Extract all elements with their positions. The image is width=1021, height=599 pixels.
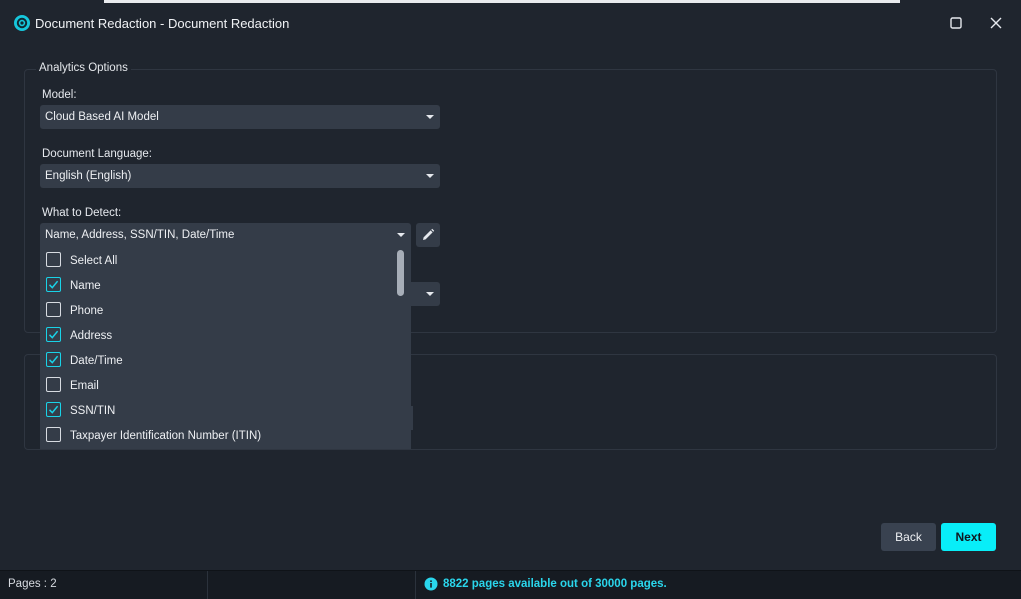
checkmark-icon xyxy=(48,330,59,339)
chevron-down-icon xyxy=(426,292,434,296)
detect-option-itin[interactable]: Taxpayer Identification Number (ITIN) xyxy=(40,423,396,448)
what-to-detect-label: What to Detect: xyxy=(42,207,122,219)
app-logo-icon xyxy=(14,15,30,31)
checkbox-checked[interactable] xyxy=(46,352,61,367)
back-button[interactable]: Back xyxy=(881,523,936,551)
info-icon xyxy=(424,577,438,591)
pencil-icon xyxy=(423,228,435,240)
status-bar: Pages : 2 8822 pages available out of 30… xyxy=(0,570,1021,599)
detect-option-email[interactable]: Email xyxy=(40,373,396,398)
what-to-detect-dropdown: Select All Name Phone Address Date/Time … xyxy=(40,247,411,449)
maximize-icon[interactable] xyxy=(947,14,965,32)
detect-option-label: Select All xyxy=(70,255,118,267)
close-icon[interactable] xyxy=(987,14,1005,32)
checkbox-checked[interactable] xyxy=(46,402,61,417)
window-title: Document Redaction - Document Redaction xyxy=(35,16,290,31)
detect-option-label: SSN/TIN xyxy=(70,405,116,417)
detect-option-label: Date/Time xyxy=(70,355,123,367)
checkmark-icon xyxy=(48,280,59,289)
model-select-value: Cloud Based AI Model xyxy=(45,111,159,123)
next-button[interactable]: Next xyxy=(941,523,996,551)
detect-option-label: Name xyxy=(70,280,101,292)
page-count: Pages : 2 xyxy=(8,578,57,590)
detect-option-phone[interactable]: Phone xyxy=(40,298,396,323)
checkbox[interactable] xyxy=(46,427,61,442)
detect-option-name[interactable]: Name xyxy=(40,273,396,298)
detect-option-label: Email xyxy=(70,380,99,392)
checkmark-icon xyxy=(48,405,59,414)
detect-option-label: Address xyxy=(70,330,113,342)
detect-option-date-time[interactable]: Date/Time xyxy=(40,348,396,373)
detect-option-select-all[interactable]: Select All xyxy=(40,248,396,273)
document-language-select[interactable]: English (English) xyxy=(40,164,440,188)
checkmark-icon xyxy=(48,355,59,364)
what-to-detect-select[interactable]: Name, Address, SSN/TIN, Date/Time xyxy=(40,223,411,247)
detect-option-label: Phone xyxy=(70,305,104,317)
document-language-label: Document Language: xyxy=(42,148,152,160)
checkbox[interactable] xyxy=(46,377,61,392)
model-label: Model: xyxy=(42,89,77,101)
status-divider xyxy=(207,571,208,599)
document-language-value: English (English) xyxy=(45,170,132,182)
detect-option-address[interactable]: Address xyxy=(40,323,396,348)
what-to-detect-value: Name, Address, SSN/TIN, Date/Time xyxy=(45,229,235,241)
checkbox[interactable] xyxy=(46,252,61,267)
title-bar: Document Redaction - Document Redaction xyxy=(0,3,1021,43)
checkbox[interactable] xyxy=(46,302,61,317)
model-select[interactable]: Cloud Based AI Model xyxy=(40,105,440,129)
checkbox-checked[interactable] xyxy=(46,327,61,342)
edit-detection-button[interactable] xyxy=(416,223,440,247)
obscured-select-caret[interactable] xyxy=(411,282,440,306)
chevron-down-icon xyxy=(426,115,434,119)
analytics-options-legend: Analytics Options xyxy=(36,62,131,74)
chevron-down-icon xyxy=(426,174,434,178)
detect-option-ssn-tin[interactable]: SSN/TIN xyxy=(40,398,396,423)
checkbox-checked[interactable] xyxy=(46,277,61,292)
pages-available-text: 8822 pages available out of 30000 pages. xyxy=(443,578,667,590)
chevron-down-icon xyxy=(397,233,405,237)
detect-option-label: Taxpayer Identification Number (ITIN) xyxy=(70,430,262,442)
dropdown-scrollbar-thumb[interactable] xyxy=(397,250,404,296)
status-divider xyxy=(415,571,416,599)
